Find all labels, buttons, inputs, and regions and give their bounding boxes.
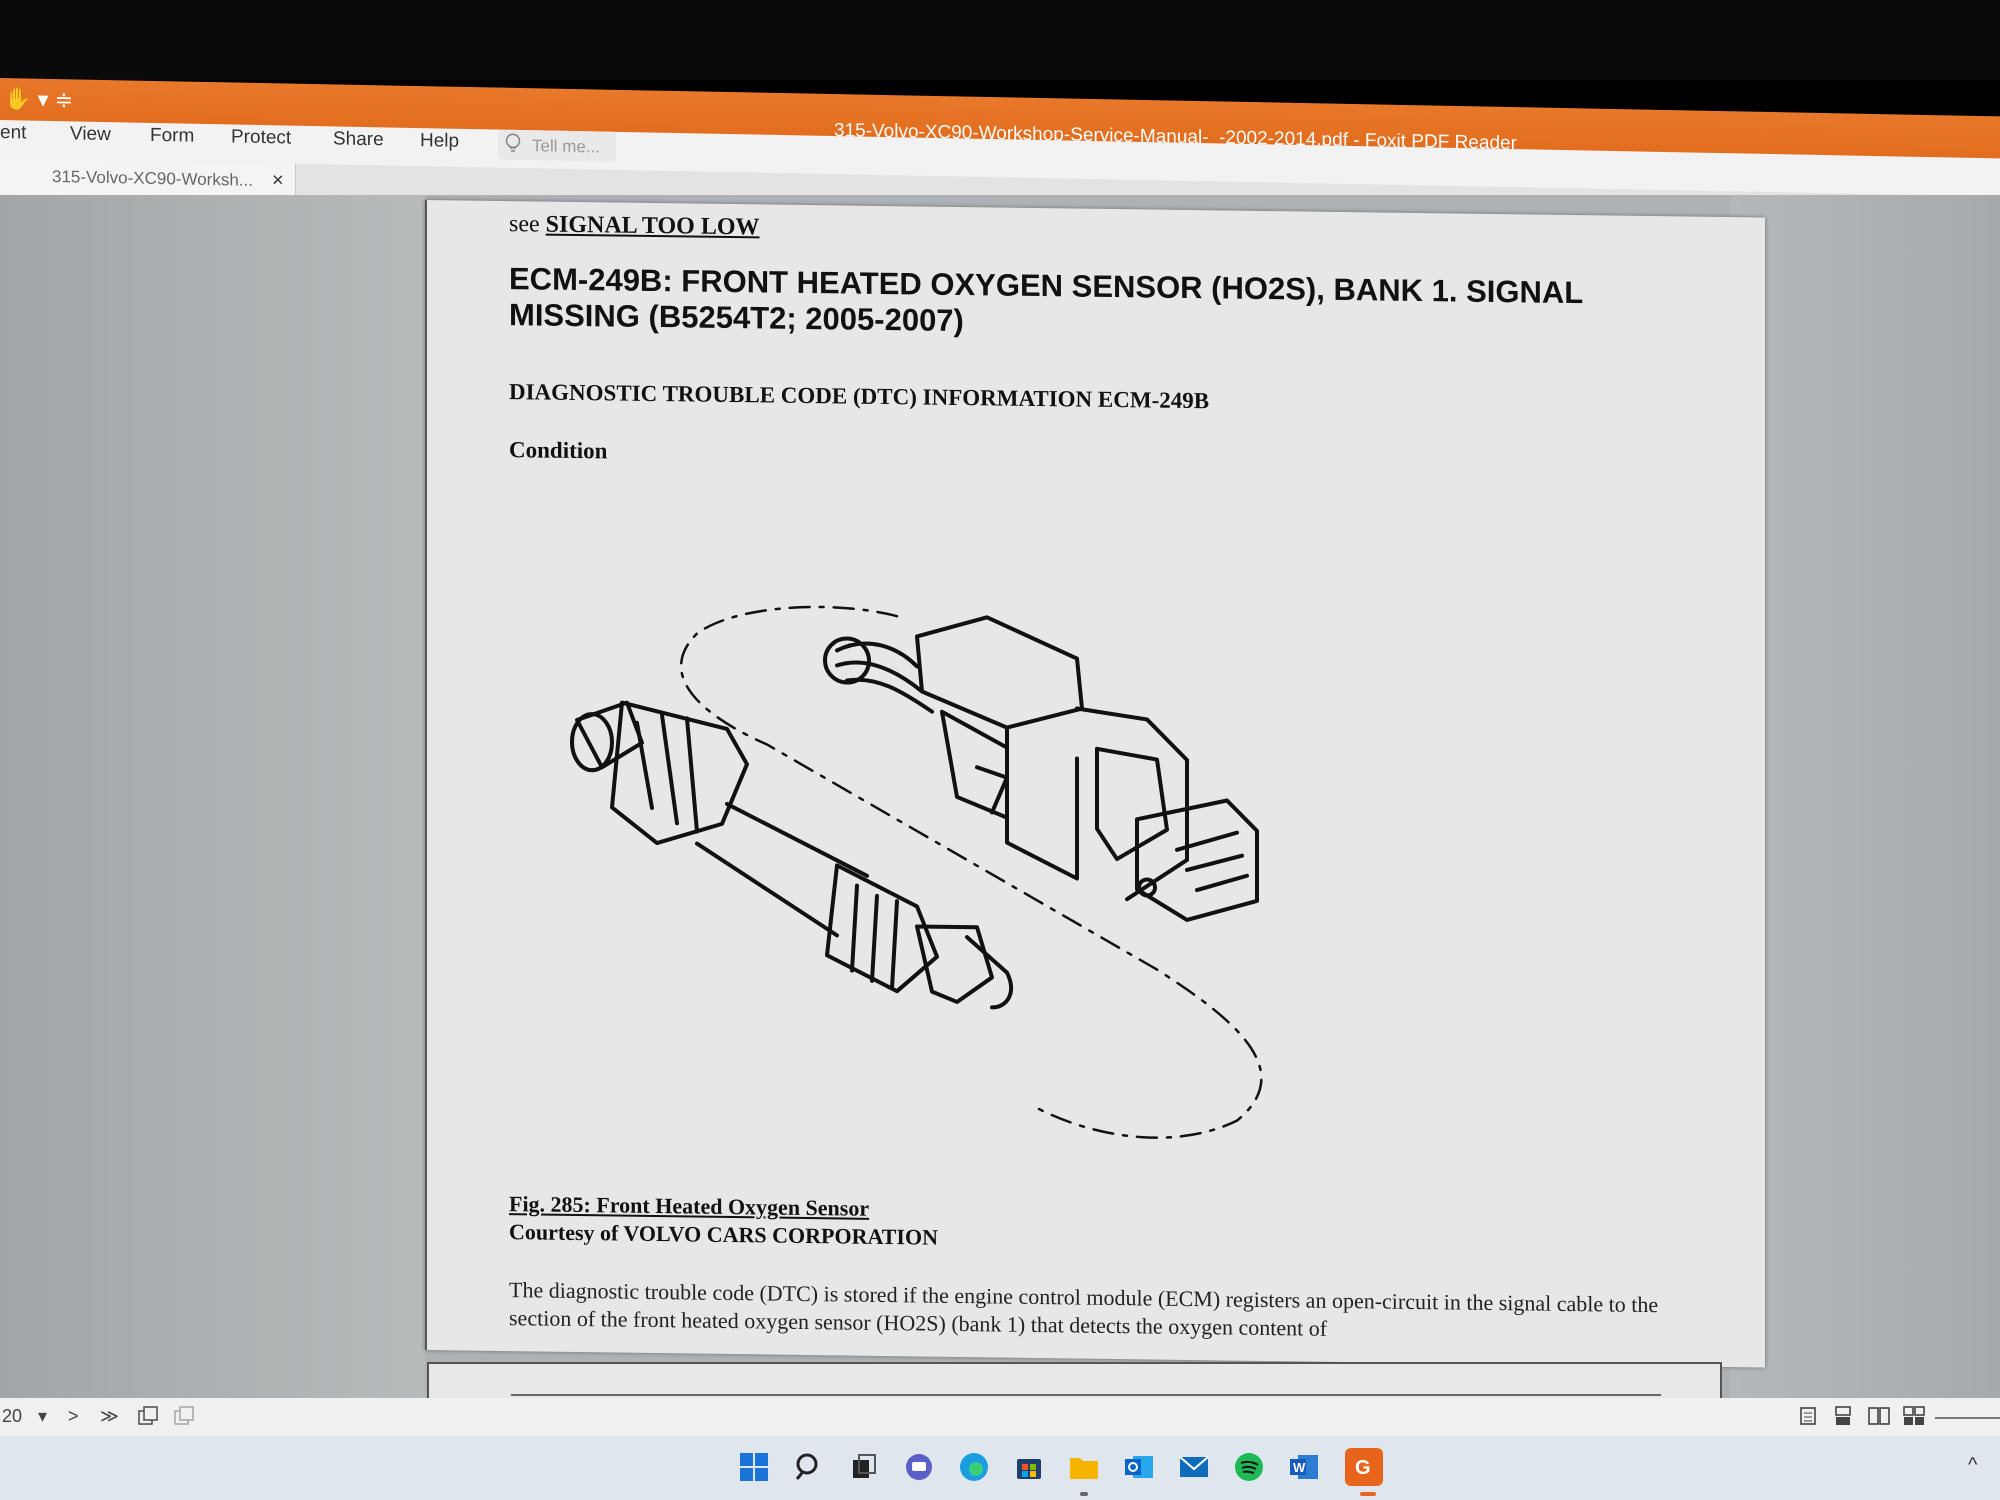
menu-protect[interactable]: Protect [231,126,291,149]
continuous-view-icon[interactable] [1833,1406,1853,1431]
chat-icon[interactable] [900,1448,938,1486]
page-heading: ECM-249B: FRONT HEATED OXYGEN SENSOR (HO… [509,261,1583,339]
table-rule [511,1394,1661,1396]
word-icon[interactable]: W [1285,1448,1323,1486]
copy-page-icon[interactable] [138,1406,160,1431]
svg-text:W: W [1293,1460,1306,1475]
file-explorer-running-indicator [1080,1492,1088,1496]
file-explorer-icon[interactable] [1065,1448,1103,1486]
tell-me-search[interactable]: Tell me... [498,129,616,162]
search-icon[interactable] [790,1448,828,1486]
see-prefix: see [509,211,540,238]
chevron-down-icon[interactable]: ▾ [38,1406,47,1427]
zoom-slider[interactable] [1935,1417,2000,1419]
menu-view[interactable]: View [70,123,111,146]
monitor-bezel [0,0,2000,80]
menu-share[interactable]: Share [333,128,384,151]
document-tab-label: 315-Volvo-XC90-Worksh... [52,166,253,190]
windows-taskbar: W G ^ [0,1436,2000,1500]
pdf-page: see SIGNAL TOO LOW ECM-249B: FRONT HEATE… [425,200,1765,1368]
duplicate-page-icon[interactable] [174,1406,196,1431]
workspace-margin-left [0,195,425,1405]
single-page-view-icon[interactable] [1798,1406,1818,1431]
status-bar: 20 ▾ > ≫ [0,1398,2000,1436]
foxit-active-indicator [1360,1492,1376,1496]
quick-access-toolbar[interactable]: ✋ ▾ ≑ [4,86,73,113]
menu-form[interactable]: Form [150,125,194,148]
figure-caption: Fig. 285: Front Heated Oxygen Sensor [509,1191,870,1221]
see-reference: see SIGNAL TOO LOW [509,211,760,241]
signal-too-low-link[interactable]: SIGNAL TOO LOW [546,212,760,241]
start-icon[interactable] [735,1448,773,1486]
page-number-input[interactable]: 20 [2,1406,22,1427]
dtc-description: The diagnostic trouble code (DTC) is sto… [509,1277,1659,1341]
store-icon[interactable] [1010,1448,1048,1486]
dtc-subheading: DIAGNOSTIC TROUBLE CODE (DTC) INFORMATIO… [509,379,1210,414]
lightbulb-icon [504,133,524,153]
system-tray-caret[interactable]: ^ [1968,1454,1977,1477]
mail-icon[interactable] [1175,1448,1213,1486]
svg-text:G: G [1355,1457,1371,1479]
continuous-facing-view-icon[interactable] [1903,1406,1925,1431]
task-view-icon[interactable] [845,1448,883,1486]
workspace-margin-right [1730,195,2000,1405]
next-page-button[interactable]: > [68,1406,79,1427]
menu-help[interactable]: Help [420,130,459,153]
spotify-icon[interactable] [1230,1448,1268,1486]
condition-heading: Condition [509,437,608,464]
outlook-icon[interactable] [1120,1448,1158,1486]
menu-document[interactable]: ent [0,122,26,145]
foxit-icon[interactable]: G [1345,1448,1383,1486]
figure-courtesy: Courtesy of VOLVO CARS CORPORATION [509,1219,938,1250]
facing-view-icon[interactable] [1868,1406,1890,1431]
tell-me-placeholder: Tell me... [532,136,601,157]
oxygen-sensor-illustration [570,605,1263,1139]
close-icon[interactable]: × [272,169,284,192]
last-page-button[interactable]: ≫ [100,1406,119,1427]
edge-icon[interactable] [955,1448,993,1486]
